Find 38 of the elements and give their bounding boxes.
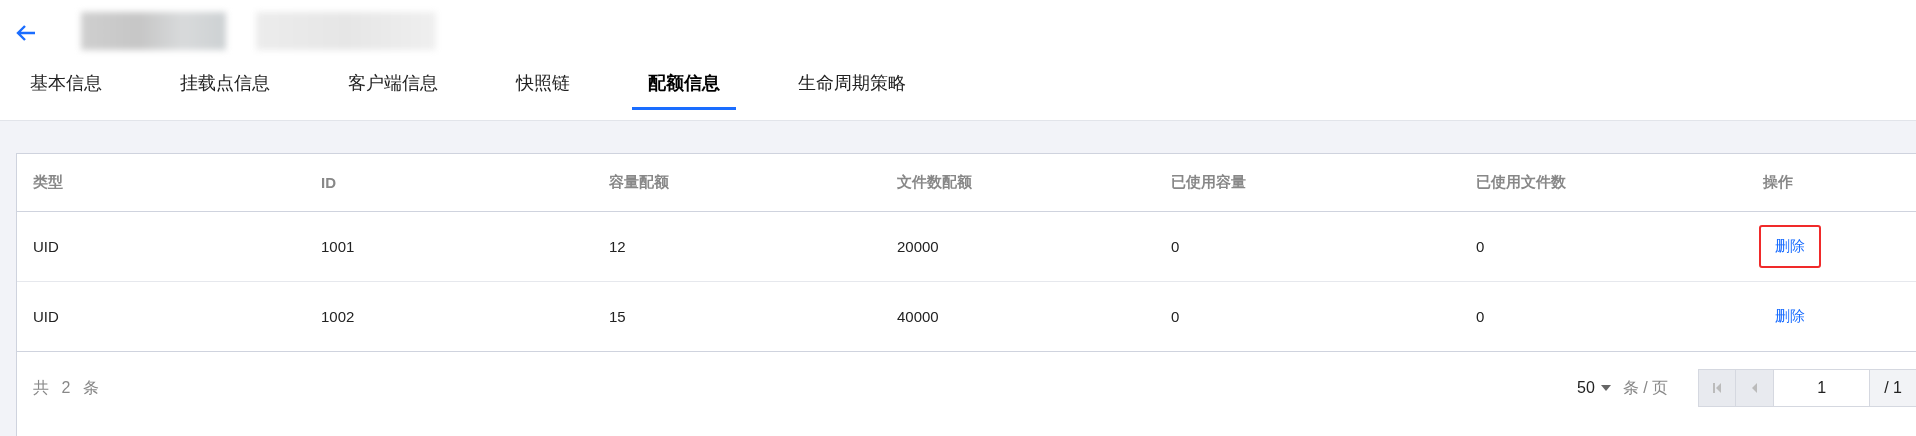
tab[interactable]: 客户端信息 (332, 72, 454, 110)
column-header: 已使用文件数 (1460, 154, 1747, 212)
page-count: / 1 (1870, 369, 1916, 407)
table-cell: 15 (593, 281, 881, 352)
table-cell: UID (17, 211, 305, 282)
tab[interactable]: 快照链 (500, 72, 586, 110)
table-cell: 20000 (881, 211, 1155, 282)
table-cell: 0 (1460, 211, 1747, 282)
total-count: 共 2 条 (33, 377, 103, 398)
delete-link[interactable]: 删除 (1759, 295, 1821, 338)
column-header: 文件数配额 (881, 154, 1155, 212)
previous-page-button[interactable] (1736, 369, 1775, 407)
page-input[interactable]: 1 (1774, 369, 1871, 407)
tab[interactable]: 基本信息 (16, 72, 118, 110)
column-header: 已使用容量 (1155, 154, 1460, 212)
table-cell: 0 (1155, 281, 1460, 352)
delete-link[interactable]: 删除 (1759, 225, 1821, 268)
page-size-unit: 条 / 页 (1622, 377, 1669, 398)
first-page-button[interactable] (1698, 369, 1737, 407)
table-cell: 1001 (305, 211, 593, 282)
page-size-select[interactable]: 50 (1577, 379, 1611, 397)
table-cell: 40000 (881, 281, 1155, 352)
caret-icon (1600, 385, 1611, 391)
column-header: 容量配额 (593, 154, 881, 212)
previous-page-icon (1751, 382, 1759, 394)
column-header: 类型 (17, 154, 305, 212)
table-cell: 12 (593, 211, 881, 282)
first-page-icon (1712, 382, 1723, 394)
table-cell: 1002 (305, 281, 593, 352)
back-arrow-icon[interactable] (16, 24, 36, 42)
table-cell: 0 (1155, 211, 1460, 282)
column-header: 操作 (1747, 154, 1916, 212)
table-cell: 0 (1460, 281, 1747, 352)
tab[interactable]: 生命周期策略 (782, 72, 922, 110)
table-cell: UID (17, 281, 305, 352)
tab[interactable]: 挂载点信息 (164, 72, 286, 110)
tab[interactable]: 配额信息 (632, 72, 736, 110)
column-header: ID (305, 154, 593, 212)
